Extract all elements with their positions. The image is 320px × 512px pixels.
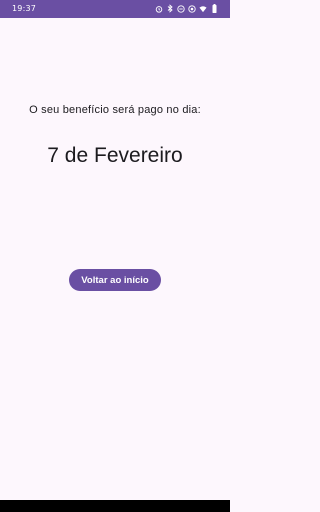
- payment-date: 7 de Fevereiro: [47, 144, 183, 167]
- alarm-icon: [155, 3, 163, 14]
- battery-icon: [210, 3, 218, 14]
- bluetooth-icon: [166, 3, 174, 14]
- back-to-home-button[interactable]: Voltar ao início: [69, 269, 161, 291]
- status-icons: [155, 3, 218, 14]
- payment-prompt: O seu benefício será pago no dia:: [29, 104, 201, 116]
- app-screen: 19:37 O seu benefício será pago no dia: …: [0, 0, 230, 512]
- status-time: 19:37: [12, 4, 37, 13]
- dnd-icon: [177, 3, 185, 14]
- location-icon: [188, 3, 196, 14]
- status-bar: 19:37: [0, 0, 230, 18]
- navigation-bar: [0, 500, 230, 512]
- wifi-icon: [199, 3, 207, 14]
